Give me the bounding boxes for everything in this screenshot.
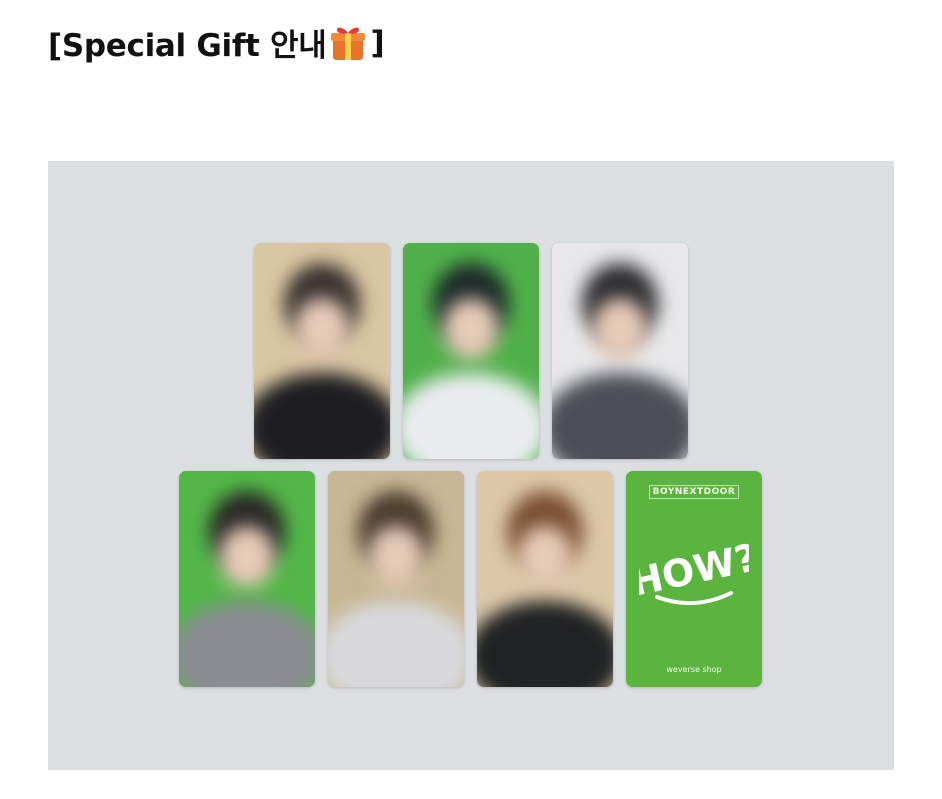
page: [Special Gift 안내 ] BOYNEXTDOOR HOW? weve… xyxy=(0,0,942,799)
band-logo: BOYNEXTDOOR xyxy=(648,485,740,499)
photo-subject-body xyxy=(328,601,464,687)
shop-label: weverse shop xyxy=(666,665,722,674)
photocard-photo xyxy=(179,471,315,687)
photo-subject-face xyxy=(517,526,573,588)
photo-subject-face xyxy=(294,298,350,360)
photocard-photo xyxy=(477,471,613,687)
photocard-image-panel: BOYNEXTDOOR HOW? weverse shop xyxy=(48,161,894,770)
photo-subject-body xyxy=(254,373,390,459)
photocard-6 xyxy=(477,471,613,687)
gift-icon xyxy=(331,27,366,60)
photocard-photo xyxy=(552,243,688,459)
photo-subject-body xyxy=(403,373,539,459)
album-logo-text: HOW? xyxy=(639,535,749,605)
photo-subject-body xyxy=(179,601,315,687)
photocard-5 xyxy=(328,471,464,687)
photocard-4 xyxy=(179,471,315,687)
photocard-3 xyxy=(552,243,688,459)
photo-subject-face xyxy=(368,526,424,588)
photocard-photo xyxy=(254,243,390,459)
photocard-photo xyxy=(328,471,464,687)
photo-subject-face xyxy=(219,526,275,588)
page-title: [Special Gift 안내 ] xyxy=(48,20,385,65)
logo-card: BOYNEXTDOOR HOW? weverse shop xyxy=(626,471,762,687)
photo-subject-face xyxy=(592,298,648,360)
photocard-2 xyxy=(403,243,539,459)
album-logo-art: HOW? xyxy=(639,535,749,606)
photocard-photo xyxy=(403,243,539,459)
photo-subject-body xyxy=(552,373,688,459)
photo-subject-face xyxy=(443,298,499,360)
title-bracket: ] xyxy=(370,24,385,61)
photocard-1 xyxy=(254,243,390,459)
title-text: [Special Gift 안내 xyxy=(48,28,327,64)
photo-subject-body xyxy=(477,601,613,687)
